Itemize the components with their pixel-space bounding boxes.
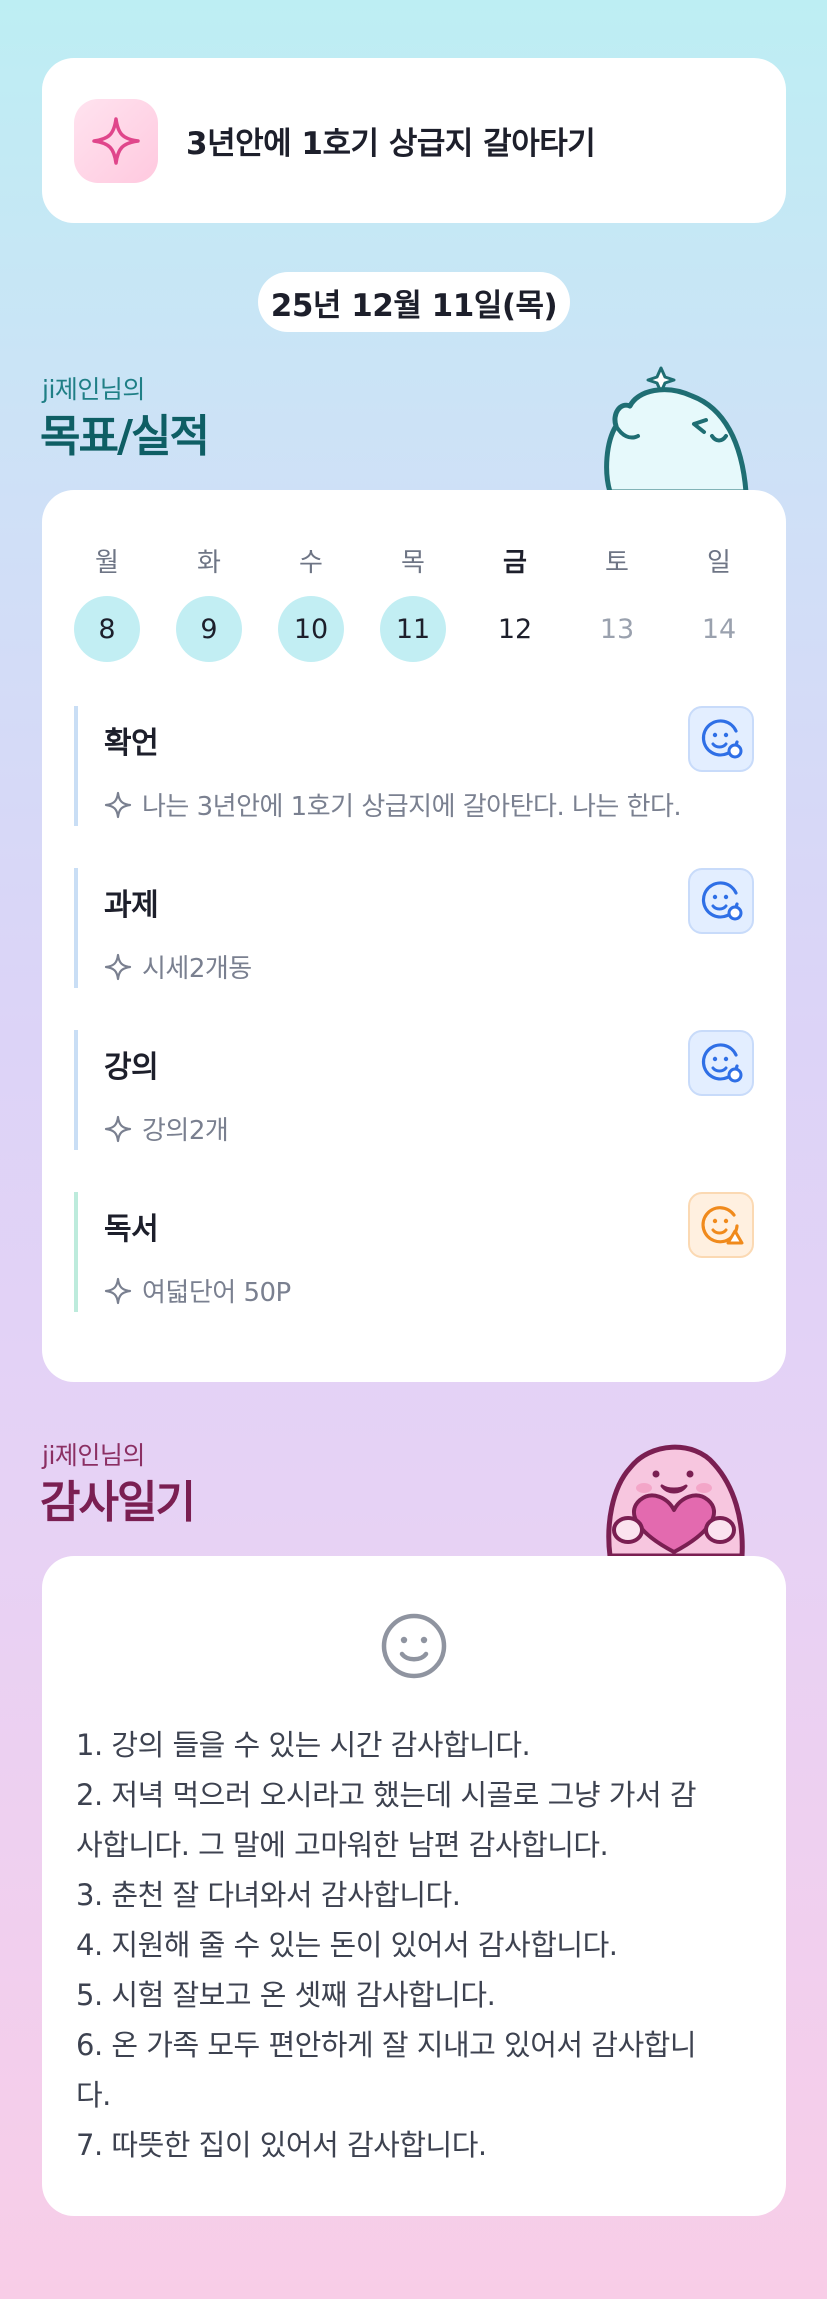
task-description: 나는 3년안에 1호기 상급지에 갈아탄다. 나는 한다. [104,786,682,823]
task-item-reading[interactable]: 독서 여덟단어 50P [74,1192,754,1312]
journal-line: 2. 저녁 먹으러 오시라고 했는데 시골로 그냥 가서 감 [76,1778,697,1812]
status-button[interactable] [688,1030,754,1096]
sparkle-icon [104,953,132,980]
day-button-12[interactable]: 12 [482,596,548,662]
task-desc-text: 나는 3년안에 1호기 상급지에 갈아탄다. 나는 한다. [142,792,682,822]
gratitude-section-title: 감사일기 [40,1477,196,1528]
sparkle-icon [74,98,158,183]
status-button[interactable] [688,1192,754,1258]
task-description: 시세2개동 [104,948,252,985]
task-name: 독서 [104,1212,159,1247]
journal-line: 사합니다. 그 말에 고마워한 남편 감사합니다. [76,1828,609,1862]
sparkle-icon [104,1277,132,1304]
day-button-14[interactable]: 14 [686,596,752,662]
weekday-label: 토 [605,548,629,578]
task-desc-text: 강의2개 [142,1116,229,1146]
journal-line: 6. 온 가족 모두 편안하게 잘 지내고 있어서 감사합니 [76,2028,697,2062]
weekday-label: 수 [299,548,323,578]
weekday-label-today: 금 [503,548,527,578]
goals-section-title: 목표/실적 [40,411,210,462]
status-button[interactable] [688,706,754,772]
weekday-label: 화 [197,548,221,578]
task-item-affirmation[interactable]: 확언 나는 3년안에 1호기 상급지에 갈아탄다. 나는 한다. [74,706,754,826]
sparkle-icon [104,1115,132,1142]
smile-check-icon [701,1043,743,1083]
task-item-lecture[interactable]: 강의 강의2개 [74,1030,754,1150]
task-name: 강의 [104,1050,159,1085]
weekday-label: 일 [707,548,731,578]
weekday-label: 목 [401,548,425,578]
task-name: 과제 [104,888,159,923]
day-button-11[interactable]: 11 [380,596,446,662]
mascot-waving-icon [604,366,749,492]
smile-check-icon [701,719,743,759]
journal-line: 4. 지원해 줄 수 있는 돈이 있어서 감사합니다. [76,1928,618,1962]
day-button-8[interactable]: 8 [74,596,140,662]
sparkle-icon [104,791,132,818]
task-name: 확언 [104,726,159,761]
week-calendar: 월 화 수 목 금 토 일 8 9 10 11 12 13 14 [42,490,786,670]
journal-line: 다. [76,2078,111,2112]
smile-check-icon [701,881,743,921]
smile-icon [381,1613,447,1679]
journal-line: 1. 강의 들을 수 있는 시간 감사합니다. [76,1728,531,1762]
journal-line: 7. 따뜻한 집이 있어서 감사합니다. [76,2128,487,2162]
date-pill[interactable]: 25년 12월 11일(목) [258,272,570,332]
day-button-13[interactable]: 13 [584,596,650,662]
task-desc-text: 여덟단어 50P [142,1278,291,1308]
day-button-9[interactable]: 9 [176,596,242,662]
gratitude-journal-card[interactable]: 1. 강의 들을 수 있는 시간 감사합니다. 2. 저녁 먹으러 오시라고 했… [42,1556,786,2216]
journal-line: 3. 춘천 잘 다녀와서 감사합니다. [76,1878,461,1912]
weekday-label: 월 [95,548,119,578]
goal-text: 3년안에 1호기 상급지 갈아타기 [186,126,596,162]
day-button-10[interactable]: 10 [278,596,344,662]
status-button[interactable] [688,868,754,934]
journal-line: 5. 시험 잘보고 온 셋째 감사합니다. [76,1978,496,2012]
task-description: 여덟단어 50P [104,1272,291,1309]
task-item-assignment[interactable]: 과제 시세2개동 [74,868,754,988]
smile-warning-icon [701,1206,744,1245]
mascot-heart-icon [606,1444,745,1556]
task-desc-text: 시세2개동 [142,954,252,984]
goal-card[interactable]: 3년안에 1호기 상급지 갈아타기 [42,58,786,223]
task-description: 강의2개 [104,1110,229,1147]
goals-card: 월 화 수 목 금 토 일 8 9 10 11 12 13 14 확언 나는 3… [42,490,786,1382]
